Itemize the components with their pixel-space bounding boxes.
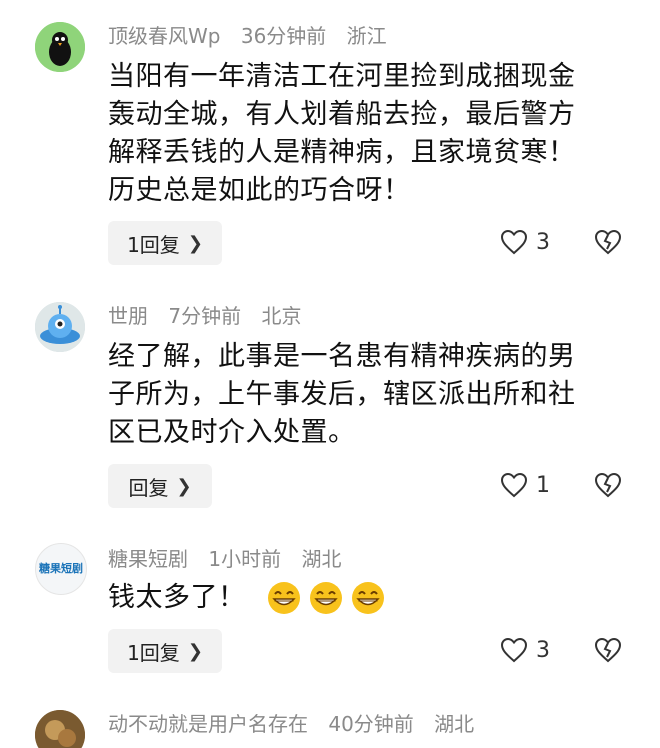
location: 湖北: [434, 712, 475, 736]
comment-line: 轰动全城，有人划着船去捡，最后警方: [108, 99, 576, 130]
grinning-face-icon: [267, 582, 300, 614]
like-count: 1: [536, 472, 550, 498]
comment-item: 顶级春风Wp 36分钟前 浙江 当阳有一年清洁工在河里捡到成捆现金 轰动全城，有…: [0, 0, 660, 290]
comment-line: 区已及时介入处置。: [108, 417, 356, 448]
grinning-face-icon: [351, 582, 384, 614]
dislike-button[interactable]: [594, 472, 622, 502]
location: 浙江: [346, 24, 387, 48]
penguin-avatar-icon: [35, 22, 85, 72]
avatar[interactable]: 糖果短剧: [35, 543, 87, 595]
grinning-face-icon: [309, 582, 342, 614]
comment-meta: 动不动就是用户名存在 40分钟前 湖北: [108, 712, 488, 736]
comment-meta: 糖果短剧 1小时前 湖北: [108, 547, 355, 571]
photo-avatar-icon: [35, 710, 85, 748]
reply-label: 1回复: [127, 232, 180, 257]
timestamp: 1小时前: [208, 547, 282, 571]
like-button[interactable]: 1: [500, 472, 550, 498]
heart-outline-icon: [500, 637, 528, 663]
comment-item: 世朋 7分钟前 北京 经了解，此事是一名患有精神疾病的男 子所为，上午事发后，辖…: [0, 290, 660, 535]
avatar[interactable]: [35, 710, 85, 748]
comment-line: 经了解，此事是一名患有精神疾病的男: [108, 341, 576, 372]
reply-button[interactable]: 1回复 ❯: [108, 221, 222, 265]
comment-text: 钱太多了！: [108, 579, 628, 617]
like-button[interactable]: 3: [500, 637, 550, 663]
chevron-right-icon: ❯: [187, 232, 203, 254]
chevron-right-icon: ❯: [187, 640, 203, 662]
username[interactable]: 世朋: [108, 304, 148, 328]
comment-line: 当阳有一年清洁工在河里捡到成捆现金: [108, 61, 576, 92]
like-button[interactable]: 3: [500, 229, 550, 255]
like-count: 3: [536, 637, 550, 663]
alien-ufo-avatar-icon: [35, 302, 85, 352]
reply-label: 1回复: [127, 640, 180, 665]
comment-item: 糖果短剧 糖果短剧 1小时前 湖北 钱太多了！ 1回复 ❯ 3: [0, 535, 660, 700]
reply-label: 回复: [128, 475, 169, 500]
chevron-right-icon: ❯: [176, 475, 192, 497]
comment-meta: 顶级春风Wp 36分钟前 浙江: [108, 24, 401, 48]
dislike-button[interactable]: [594, 637, 622, 667]
username[interactable]: 糖果短剧: [108, 547, 188, 571]
avatar-text: 糖果短剧: [39, 562, 83, 575]
comment-text: 当阳有一年清洁工在河里捡到成捆现金 轰动全城，有人划着船去捡，最后警方 解释丢钱…: [108, 58, 628, 210]
comment-item: 动不动就是用户名存在 40分钟前 湖北: [0, 700, 660, 748]
broken-heart-icon: [594, 229, 622, 255]
comment-line: 钱太多了！: [108, 582, 246, 613]
dislike-button[interactable]: [594, 229, 622, 259]
broken-heart-icon: [594, 637, 622, 663]
broken-heart-icon: [594, 472, 622, 498]
username[interactable]: 动不动就是用户名存在: [108, 712, 308, 736]
timestamp: 7分钟前: [168, 304, 242, 328]
comment-meta: 世朋 7分钟前 北京: [108, 304, 315, 328]
avatar[interactable]: [35, 302, 85, 352]
heart-outline-icon: [500, 229, 528, 255]
location: 湖北: [301, 547, 342, 571]
comment-text: 经了解，此事是一名患有精神疾病的男 子所为，上午事发后，辖区派出所和社 区已及时…: [108, 338, 628, 452]
comment-line: 子所为，上午事发后，辖区派出所和社: [108, 379, 576, 410]
like-count: 3: [536, 229, 550, 255]
comment-line: 历史总是如此的巧合呀！: [108, 175, 411, 206]
timestamp: 40分钟前: [328, 712, 414, 736]
location: 北京: [261, 304, 302, 328]
reply-button[interactable]: 1回复 ❯: [108, 629, 222, 673]
timestamp: 36分钟前: [240, 24, 327, 48]
reply-button[interactable]: 回复 ❯: [108, 464, 212, 508]
comment-line: 解释丢钱的人是精神病，且家境贫寒！: [108, 137, 576, 168]
avatar[interactable]: [35, 22, 85, 72]
heart-outline-icon: [500, 472, 528, 498]
username[interactable]: 顶级春风Wp: [108, 24, 220, 48]
